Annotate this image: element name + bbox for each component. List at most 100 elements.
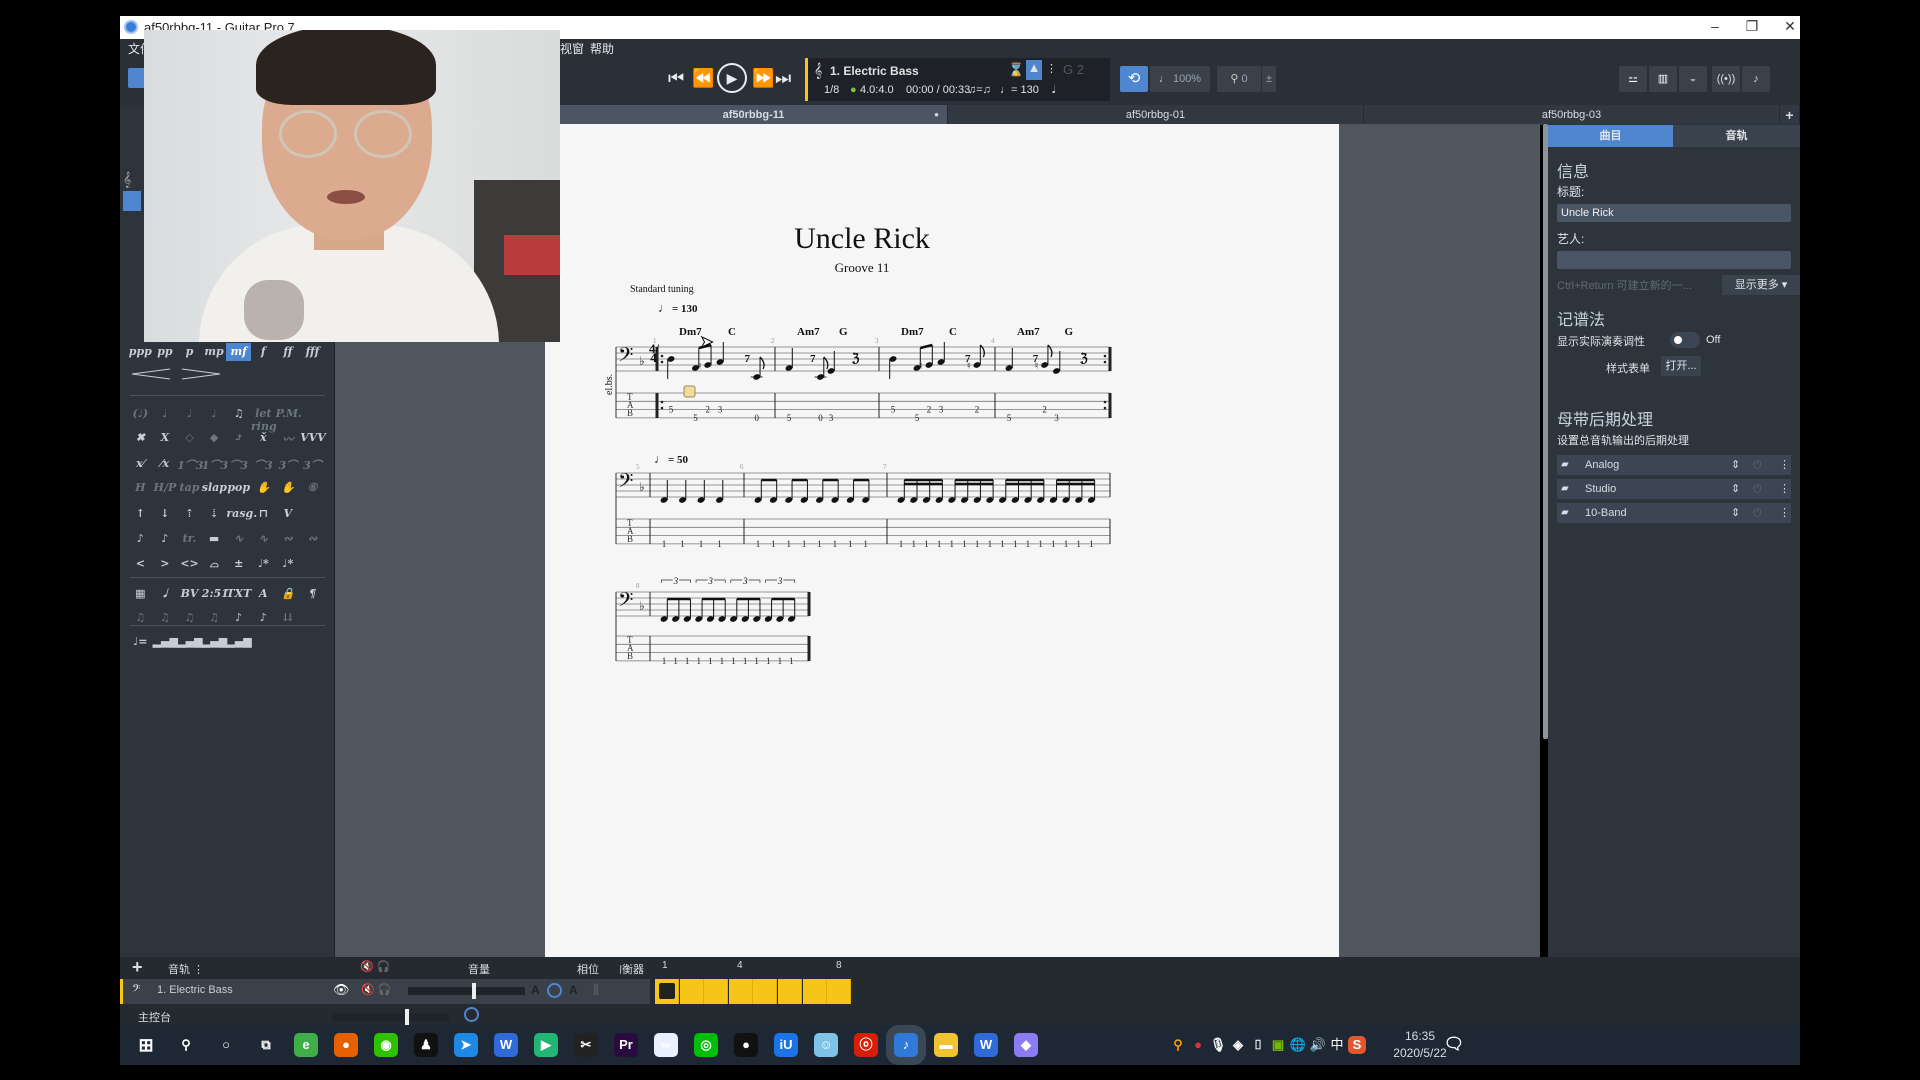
taskbar-iqiyi-icon[interactable]: ◎	[694, 1033, 718, 1057]
palette-tool-4-3[interactable]: ⇣	[202, 507, 227, 520]
palette-tool-5-6[interactable]: ∾	[276, 532, 301, 545]
add-track-button[interactable]: +	[132, 957, 143, 978]
effect-selector-chevron-icon[interactable]: ⇕	[1731, 503, 1740, 523]
palette-tool-0-4[interactable]: ♫	[226, 407, 251, 420]
palette-tool-3-0[interactable]: H	[128, 481, 153, 494]
taskbar-video-player-icon[interactable]: ▶	[534, 1033, 558, 1057]
palette-tool-7-2[interactable]: BV	[177, 587, 202, 600]
effect-row-10-band[interactable]: ▰ 10-Band ⇕ ⏻ ⋮	[1557, 503, 1791, 523]
palette-tool-0-0[interactable]: (♩)	[128, 407, 153, 420]
dynamic-mp[interactable]: mp	[202, 343, 227, 361]
palette-tool-8-2[interactable]: ♫	[177, 611, 202, 624]
palette-tool-9-0[interactable]: ♩=	[128, 635, 153, 648]
taskbar-recorder-icon[interactable]: ●	[734, 1033, 758, 1057]
taskbar-wechat-icon[interactable]: ◉	[374, 1033, 398, 1057]
tab-af50rbbg-03[interactable]: af50rbbg-03	[1364, 105, 1780, 125]
guitar-icon[interactable]: ♪	[1742, 66, 1770, 92]
palette-tool-3-3[interactable]: slap	[202, 481, 227, 494]
palette-tool-5-5[interactable]: ∿	[251, 532, 276, 545]
tracks-label[interactable]: 音轨 ⋮	[168, 961, 204, 977]
palette-tool-5-7[interactable]: ∾	[300, 532, 325, 545]
palette-tool-8-3[interactable]: ♫	[202, 611, 227, 624]
track-bar-6[interactable]	[778, 979, 802, 1004]
track-bar-8[interactable]	[827, 979, 852, 1004]
eq-icon[interactable]: ⫼	[593, 982, 599, 998]
taskbar-wps-office-icon[interactable]: W	[974, 1033, 998, 1057]
taskbar-netease-music-icon[interactable]: ⓞ	[854, 1033, 878, 1057]
palette-tool-8-4[interactable]: ♪	[226, 611, 251, 624]
add-tab-button[interactable]: +	[1780, 105, 1800, 125]
track-bar-7[interactable]	[802, 979, 827, 1004]
taskbar-feishu-icon[interactable]: ➤	[454, 1033, 478, 1057]
palette-tool-4-5[interactable]: ⊓	[251, 507, 276, 520]
palette-tool-6-5[interactable]: ♩*	[251, 557, 276, 570]
dynamic-f[interactable]: f	[251, 343, 276, 361]
palette-tool-4-2[interactable]: ⇡	[177, 507, 202, 520]
palette-tool-8-5[interactable]: ♪	[251, 611, 276, 624]
tab-af50rbbg-11[interactable]: af50rbbg-11 ●	[560, 105, 948, 125]
effect-power-icon[interactable]: ⏻	[1753, 479, 1762, 499]
palette-tool-0-6[interactable]: P.M.	[276, 407, 302, 420]
action-center-icon[interactable]: 🗨	[1442, 1033, 1466, 1057]
taskbar-edge-legacy-icon[interactable]: e	[294, 1033, 318, 1057]
palette-tool-0-3[interactable]: ♩	[202, 407, 227, 420]
taskbar-wps-icon[interactable]: W	[494, 1033, 518, 1057]
loop-button[interactable]: ⟲	[1120, 66, 1148, 92]
palette-tool-5-0[interactable]: ♪	[128, 532, 153, 545]
palette-tool-0-5[interactable]: let ring	[251, 407, 277, 433]
play-button[interactable]: ▶	[717, 63, 747, 93]
effect-menu-icon[interactable]: ⋮	[1779, 503, 1790, 523]
palette-tool-7-0[interactable]: ▦	[128, 587, 153, 600]
track-info-display[interactable]: 𝄞 1. Electric Bass ⌛ ▲ ⋮ G 2 1/8 ● 4.0:4…	[805, 58, 1110, 101]
fast-forward-icon[interactable]: ⏩	[752, 68, 774, 89]
playback-speed[interactable]: ♩ 100%	[1150, 66, 1210, 92]
maximize-button[interactable]: ❐	[1732, 18, 1772, 38]
palette-tool-2-4[interactable]: ⌒3	[226, 457, 251, 473]
palette-tool-4-0[interactable]: ↑	[128, 507, 153, 520]
mute-solo-icons[interactable]: 🔇 🎧	[361, 983, 391, 996]
piano-view-icon[interactable]: ▥	[1649, 66, 1677, 92]
taskbar-vpn-icon[interactable]: ◆	[1014, 1033, 1038, 1057]
palette-tool-3-2[interactable]: tap	[177, 481, 202, 494]
palette-tool-7-6[interactable]: 🔒	[276, 587, 301, 600]
track-bar-4[interactable]	[728, 979, 753, 1004]
palette-tool-4-6[interactable]: V	[276, 507, 301, 520]
effect-power-icon[interactable]: ⏻	[1753, 503, 1762, 523]
taskbar-anime-app-icon[interactable]: ☺	[814, 1033, 838, 1057]
pan-automation-button[interactable]: A	[569, 983, 578, 997]
palette-tool-8-6[interactable]: ⇊	[276, 611, 301, 624]
palette-tool-9-4[interactable]: ▂▄▆	[226, 635, 251, 648]
score-page[interactable]: Uncle Rick Groove 11 Standard tuning el.bs.…	[545, 124, 1339, 957]
track-row-electric-bass[interactable]: 𝄢 1. Electric Bass 👁 🔇 🎧 A A ⫼	[120, 979, 650, 1004]
track-volume-slider[interactable]	[408, 983, 525, 999]
metronome-icon[interactable]: ▲	[1026, 60, 1042, 80]
master-pan-knob[interactable]	[464, 1007, 479, 1022]
artist-input[interactable]	[1557, 251, 1791, 269]
windows-start-icon[interactable]: ⊞	[134, 1033, 158, 1057]
taskbar-premiere-icon[interactable]: Pr	[614, 1033, 638, 1057]
palette-tool-2-3[interactable]: 1⌒3	[202, 457, 228, 473]
score-notation[interactable]: Uncle Rick Groove 11 Standard tuning el.bs.…	[545, 124, 1339, 957]
palette-tool-2-2[interactable]: 1⌒3	[177, 457, 203, 473]
cortana-icon[interactable]: ○	[214, 1033, 238, 1057]
tuner-stepper[interactable]: ±	[1262, 66, 1276, 92]
palette-tool-5-4[interactable]: ∿	[226, 532, 251, 545]
dynamic-fff[interactable]: fff	[300, 343, 325, 361]
dynamic-pp[interactable]: pp	[153, 343, 178, 361]
minimize-button[interactable]: –	[1695, 18, 1735, 38]
taskbar-iu-icon[interactable]: iU	[774, 1033, 798, 1057]
palette-tool-2-0[interactable]: x⁄	[128, 457, 153, 470]
palette-tool-2-7[interactable]: 3⌒	[300, 457, 325, 473]
audio-output-icon[interactable]: ((•))	[1712, 66, 1740, 92]
palette-tool-7-1[interactable]: 𝅘𝅥	[153, 587, 178, 601]
search-icon[interactable]: ⚲	[174, 1033, 198, 1057]
palette-tool-7-7[interactable]: ¶	[300, 587, 325, 600]
palette-tool-3-5[interactable]: ✋	[251, 481, 276, 494]
sogou-input-icon[interactable]: S	[1348, 1036, 1366, 1054]
taskbar-file-explorer-icon[interactable]: ▬	[934, 1033, 958, 1057]
menu-help[interactable]: 帮助	[590, 40, 614, 57]
task-view-icon[interactable]: ⧉	[254, 1033, 278, 1057]
palette-tool-9-1[interactable]: ▂▄▆	[153, 635, 178, 648]
effect-row-analog[interactable]: ▰ Analog ⇕ ⏻ ⋮	[1557, 455, 1791, 475]
transpose-toggle[interactable]	[1670, 332, 1700, 348]
